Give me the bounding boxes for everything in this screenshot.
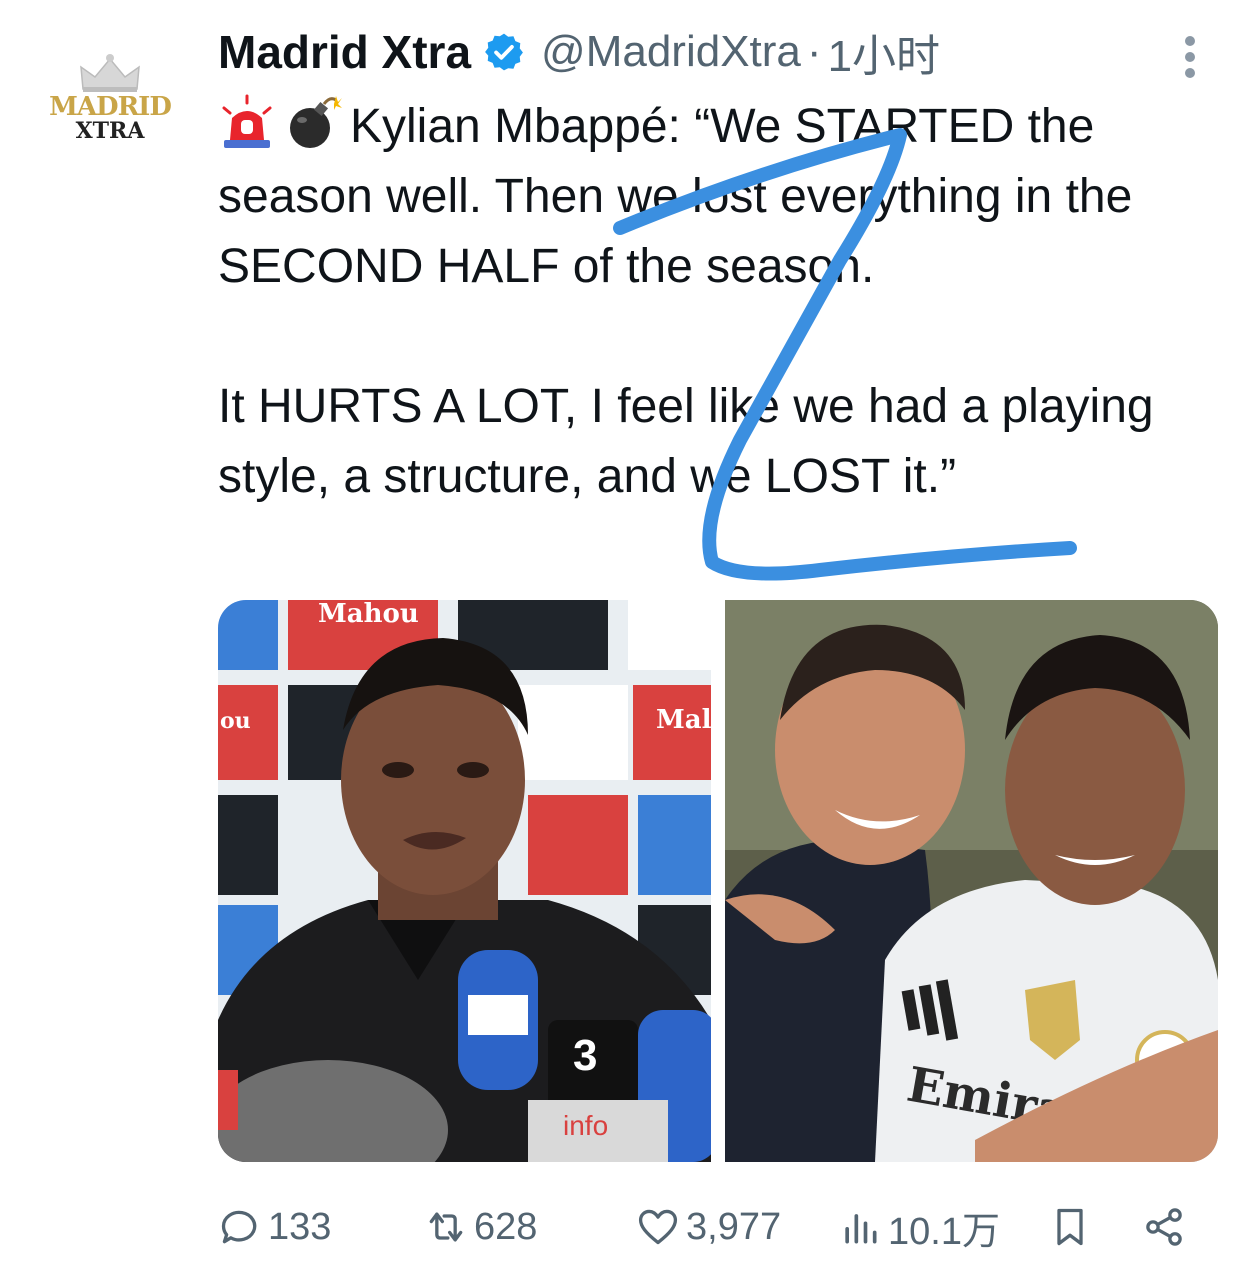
mic-label-info: info — [563, 1110, 608, 1141]
more-options-icon[interactable] — [1178, 34, 1202, 80]
repost-icon — [429, 1212, 463, 1242]
share-icon — [1146, 1208, 1182, 1246]
backdrop-brand-partial: ou — [220, 708, 251, 734]
press-conference-image: Mahou ou Mal 3 info — [218, 600, 711, 1162]
avatar[interactable]: MADRID XTRA — [40, 28, 180, 168]
rotating-light-icon — [222, 94, 272, 148]
views-count: 10.1万 — [888, 1210, 1000, 1253]
like-count: 3,977 — [686, 1205, 782, 1248]
action-bar: 133 628 3,977 10.1万 — [218, 1192, 1218, 1262]
share-button[interactable] — [1142, 1200, 1192, 1254]
photo-press-conference[interactable]: Mahou ou Mal 3 info — [218, 600, 711, 1162]
timestamp[interactable]: 1小时 — [828, 20, 940, 84]
backdrop-brand-mahou: Mahou — [318, 600, 419, 629]
bookmark-icon — [1057, 1208, 1083, 1246]
media-grid: Mahou ou Mal 3 info Emira — [218, 600, 1218, 1162]
verified-badge-icon — [485, 33, 523, 71]
views-chart-icon — [845, 1214, 877, 1244]
bomb-icon — [290, 96, 342, 148]
display-name[interactable]: Madrid Xtra — [218, 25, 471, 79]
tweet-text-part2: It HURTS A LOT, I feel like we had a pla… — [218, 380, 1167, 503]
repost-button[interactable]: 628 — [424, 1200, 537, 1254]
reply-count: 133 — [268, 1205, 332, 1248]
reply-icon — [221, 1210, 257, 1244]
backdrop-brand-partial-right: Mal — [656, 705, 711, 735]
repost-count: 628 — [474, 1205, 538, 1248]
crown-icon — [80, 54, 140, 92]
handle[interactable]: @MadridXtra — [541, 27, 801, 77]
avatar-logo-line2: XTRA — [75, 118, 145, 144]
tweet-text: Kylian Mbappé: “We STARTED the season we… — [218, 92, 1218, 512]
tweet-text-part1: Kylian Mbappé: “We STARTED the season we… — [218, 100, 1146, 293]
bookmark-button[interactable] — [1048, 1200, 1098, 1254]
celebration-image: Emira — [725, 600, 1218, 1162]
views-button[interactable]: 10.1万 — [838, 1200, 1000, 1254]
tweet-header: Madrid Xtra @MadridXtra · 1小时 — [218, 22, 940, 82]
heart-icon — [638, 1209, 678, 1245]
mic-label-3: 3 — [573, 1031, 597, 1080]
avatar-logo-line1: MADRID — [49, 92, 172, 122]
photo-celebration[interactable]: Emira — [725, 600, 1218, 1162]
like-button[interactable]: 3,977 — [636, 1200, 781, 1254]
separator-dot: · — [806, 27, 822, 76]
tweet-text-spacer — [218, 310, 231, 363]
reply-button[interactable]: 133 — [218, 1200, 331, 1254]
